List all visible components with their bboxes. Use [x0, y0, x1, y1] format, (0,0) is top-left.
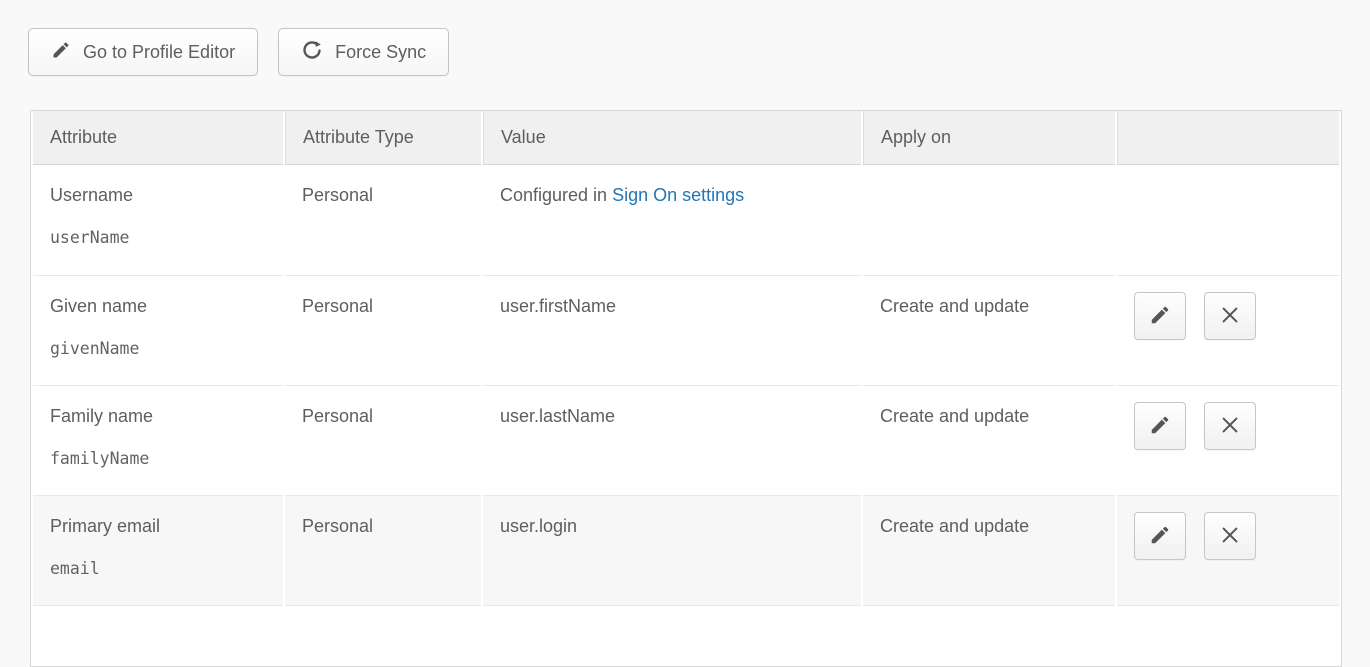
go-to-profile-editor-button[interactable]: Go to Profile Editor	[28, 28, 258, 76]
attribute-label: Given name	[50, 296, 273, 317]
x-icon	[1219, 524, 1241, 549]
attribute-mapping-table: Attribute Attribute Type Value Apply on …	[30, 110, 1342, 667]
header-attribute: Attribute	[33, 111, 283, 165]
attribute-name: email	[50, 559, 273, 578]
force-sync-button[interactable]: Force Sync	[278, 28, 449, 76]
toolbar: Go to Profile Editor Force Sync	[28, 28, 449, 76]
edit-attribute-button[interactable]	[1134, 292, 1186, 340]
table-row: Username userName Personal Configured in…	[33, 165, 1339, 276]
attribute-label: Primary email	[50, 516, 273, 537]
force-sync-label: Force Sync	[335, 42, 426, 63]
header-value: Value	[483, 111, 861, 165]
attribute-type-cell: Personal	[285, 386, 481, 496]
attribute-name: givenName	[50, 339, 273, 358]
sign-on-settings-link[interactable]: Sign On settings	[612, 185, 744, 205]
value-cell: user.lastName	[483, 386, 861, 496]
pencil-icon	[1149, 304, 1171, 329]
table-row: Primary email email Personal user.login …	[33, 496, 1339, 606]
value-cell: user.login	[483, 496, 861, 606]
attribute-type-cell: Personal	[285, 496, 481, 606]
table-row	[33, 606, 1339, 666]
attribute-type-cell: Personal	[285, 165, 481, 276]
value-cell: user.firstName	[483, 276, 861, 386]
actions-cell	[1117, 165, 1339, 276]
table-row: Given name givenName Personal user.first…	[33, 276, 1339, 386]
go-to-profile-editor-label: Go to Profile Editor	[83, 42, 235, 63]
x-icon	[1219, 304, 1241, 329]
refresh-icon	[301, 39, 323, 66]
apply-on-cell	[863, 165, 1115, 276]
attribute-type-cell: Personal	[285, 276, 481, 386]
attribute-name: userName	[50, 228, 273, 247]
header-apply-on: Apply on	[863, 111, 1115, 165]
apply-on-cell: Create and update	[863, 496, 1115, 606]
header-attribute-type: Attribute Type	[285, 111, 481, 165]
apply-on-cell: Create and update	[863, 386, 1115, 496]
table-row: Family name familyName Personal user.las…	[33, 386, 1339, 496]
attribute-label: Username	[50, 185, 273, 206]
pencil-icon	[51, 40, 71, 65]
edit-attribute-button[interactable]	[1134, 512, 1186, 560]
x-icon	[1219, 414, 1241, 439]
header-actions	[1117, 111, 1339, 165]
apply-on-cell: Create and update	[863, 276, 1115, 386]
pencil-icon	[1149, 414, 1171, 439]
table-header-row: Attribute Attribute Type Value Apply on	[33, 111, 1339, 165]
attribute-label: Family name	[50, 406, 273, 427]
value-cell: Configured in Sign On settings	[483, 165, 861, 276]
value-prefix: Configured in	[500, 185, 612, 205]
edit-attribute-button[interactable]	[1134, 402, 1186, 450]
remove-attribute-button[interactable]	[1204, 512, 1256, 560]
remove-attribute-button[interactable]	[1204, 292, 1256, 340]
attribute-name: familyName	[50, 449, 273, 468]
remove-attribute-button[interactable]	[1204, 402, 1256, 450]
pencil-icon	[1149, 524, 1171, 549]
